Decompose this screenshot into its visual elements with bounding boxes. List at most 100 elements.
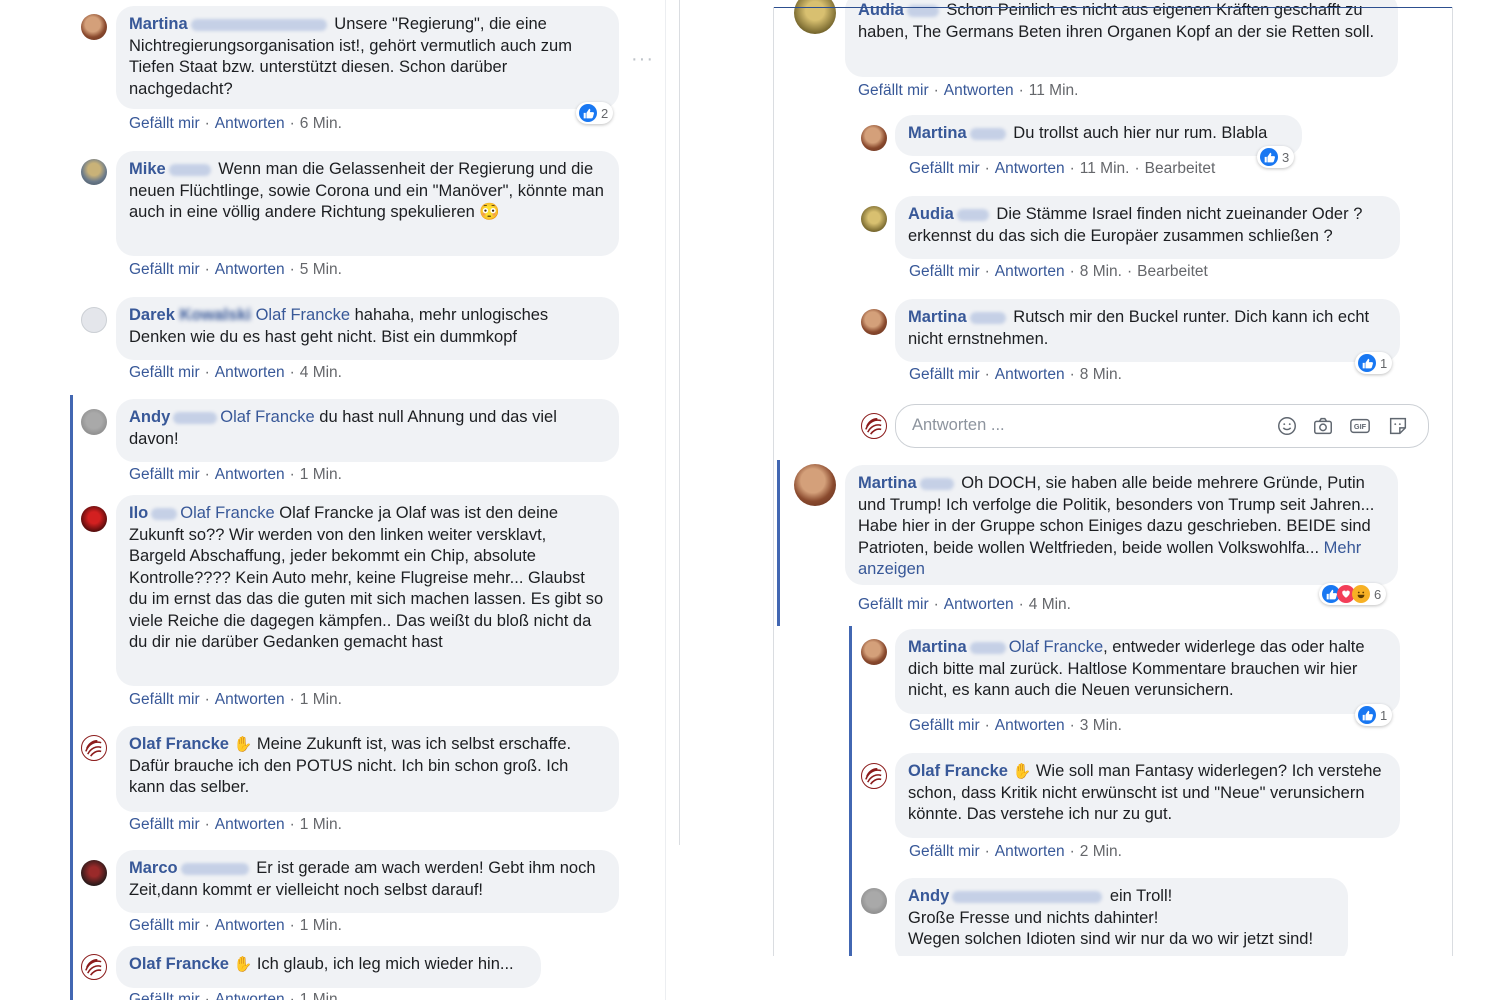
comment-time[interactable]: 6 Min. (300, 115, 342, 132)
avatar[interactable] (861, 763, 887, 789)
comment-author[interactable]: Andy (129, 408, 170, 426)
mention-link[interactable]: Olaf Francke (220, 408, 314, 426)
avatar[interactable] (861, 888, 887, 914)
reply-link[interactable]: Antworten (215, 466, 285, 483)
like-link[interactable]: Gefällt mir (909, 717, 980, 734)
reply-link[interactable]: Antworten (215, 364, 285, 381)
avatar[interactable] (81, 409, 107, 435)
sticker-icon[interactable] (1387, 415, 1409, 437)
like-link[interactable]: Gefällt mir (129, 917, 200, 934)
comment-author[interactable]: Ilo (129, 504, 148, 522)
comment-author[interactable]: Martina (908, 124, 967, 142)
comment-author[interactable]: Martina (129, 15, 188, 33)
comment-author[interactable]: Marco (129, 859, 178, 877)
reply-link[interactable]: Antworten (995, 366, 1065, 383)
comment-author[interactable]: Martina (908, 638, 967, 656)
like-link[interactable]: Gefällt mir (909, 263, 980, 280)
reply-link[interactable]: Antworten (215, 917, 285, 934)
avatar[interactable] (81, 159, 107, 185)
avatar[interactable] (861, 206, 887, 232)
like-link[interactable]: Gefällt mir (909, 160, 980, 177)
reaction-count[interactable]: 2 (576, 102, 614, 124)
comment-author[interactable]: Mike (129, 160, 166, 178)
reaction-count[interactable]: 6 (1319, 583, 1387, 605)
reply-link[interactable]: Antworten (215, 691, 285, 708)
comment-author[interactable]: Olaf Francke (129, 735, 229, 753)
comment-time[interactable]: 4 Min. (300, 364, 342, 381)
comment-author[interactable]: Olaf Francke (908, 762, 1008, 780)
comment-time[interactable]: 1 Min. (300, 917, 342, 934)
mention-link[interactable]: Olaf Francke (256, 306, 350, 324)
mention-link[interactable]: Olaf Francke (1009, 638, 1103, 656)
comment-time[interactable]: 2 Min. (1080, 843, 1122, 860)
comment-actions: Gefällt mir · Antworten · 1 Min. (129, 917, 342, 934)
comment-time[interactable]: 11 Min. (1029, 82, 1079, 99)
gif-icon[interactable]: GIF (1349, 415, 1371, 437)
comment-time[interactable]: 1 Min. (300, 816, 342, 833)
comment-author-surname[interactable]: Kowalski (179, 306, 251, 324)
camera-icon[interactable] (1312, 415, 1334, 437)
mention-link[interactable]: Olaf Francke (180, 504, 274, 522)
comment-actions: Gefällt mir · Antworten · 4 Min. (129, 364, 342, 381)
reply-link[interactable]: Antworten (944, 82, 1014, 99)
avatar[interactable] (861, 309, 887, 335)
avatar[interactable] (81, 735, 107, 761)
comment-time[interactable]: 8 Min. (1080, 263, 1122, 280)
comment-time[interactable]: 1 Min. (300, 691, 342, 708)
reply-link[interactable]: Antworten (995, 160, 1065, 177)
current-user-avatar (861, 413, 887, 439)
reply-input[interactable]: Antworten ... GIF (895, 404, 1429, 448)
like-link[interactable]: Gefällt mir (858, 596, 929, 613)
like-link[interactable]: Gefällt mir (129, 261, 200, 278)
emoji-icon[interactable] (1276, 415, 1298, 437)
like-link[interactable]: Gefällt mir (129, 115, 200, 132)
like-link[interactable]: Gefällt mir (129, 816, 200, 833)
comment-author[interactable]: Martina (908, 308, 967, 326)
blurred-name (956, 208, 989, 221)
more-options-icon[interactable]: ··· (631, 48, 654, 71)
comment-author[interactable]: Audia (858, 1, 904, 19)
like-link[interactable]: Gefällt mir (129, 364, 200, 381)
avatar[interactable] (81, 954, 107, 980)
comment-author[interactable]: Andy (908, 887, 949, 905)
blurred-name (190, 18, 327, 31)
comment-time[interactable]: 8 Min. (1080, 366, 1122, 383)
comment-author[interactable]: Olaf Francke (129, 955, 229, 973)
reply-link[interactable]: Antworten (995, 263, 1065, 280)
avatar[interactable] (794, 464, 836, 506)
reply-link[interactable]: Antworten (995, 717, 1065, 734)
reaction-count[interactable]: 1 (1355, 352, 1393, 374)
comment-time[interactable]: 1 Min. (300, 991, 342, 1000)
like-link[interactable]: Gefällt mir (858, 82, 929, 99)
like-link[interactable]: Gefällt mir (129, 466, 200, 483)
avatar[interactable] (81, 506, 107, 532)
reaction-number: 1 (1380, 707, 1388, 723)
reply-link[interactable]: Antworten (215, 261, 285, 278)
like-link[interactable]: Gefällt mir (909, 366, 980, 383)
avatar[interactable] (861, 639, 887, 665)
like-link[interactable]: Gefällt mir (909, 843, 980, 860)
comment-author[interactable]: Darek (129, 306, 175, 324)
comment-time[interactable]: 3 Min. (1080, 717, 1122, 734)
comment-author[interactable]: Audia (908, 205, 954, 223)
avatar[interactable] (81, 14, 107, 40)
avatar[interactable] (861, 125, 887, 151)
reply-link[interactable]: Antworten (215, 816, 285, 833)
reaction-count[interactable]: 3 (1257, 146, 1295, 168)
avatar[interactable] (81, 307, 107, 333)
like-link[interactable]: Gefällt mir (129, 691, 200, 708)
reply-link[interactable]: Antworten (215, 115, 285, 132)
comment-author[interactable]: Martina (858, 474, 917, 492)
reply-link[interactable]: Antworten (944, 596, 1014, 613)
like-link[interactable]: Gefällt mir (129, 991, 200, 1000)
reply-link[interactable]: Antworten (215, 991, 285, 1000)
right-comment-panel: Audia Schon Peinlich es nicht aus eigene… (773, 0, 1453, 956)
reaction-count[interactable]: 1 (1355, 704, 1393, 726)
comment-time[interactable]: 4 Min. (1029, 596, 1071, 613)
comment-time[interactable]: 11 Min. (1080, 160, 1130, 177)
reply-link[interactable]: Antworten (995, 843, 1065, 860)
comment-time[interactable]: 1 Min. (300, 466, 342, 483)
comment-time[interactable]: 5 Min. (300, 261, 342, 278)
avatar[interactable] (81, 860, 107, 886)
avatar[interactable] (794, 0, 836, 34)
